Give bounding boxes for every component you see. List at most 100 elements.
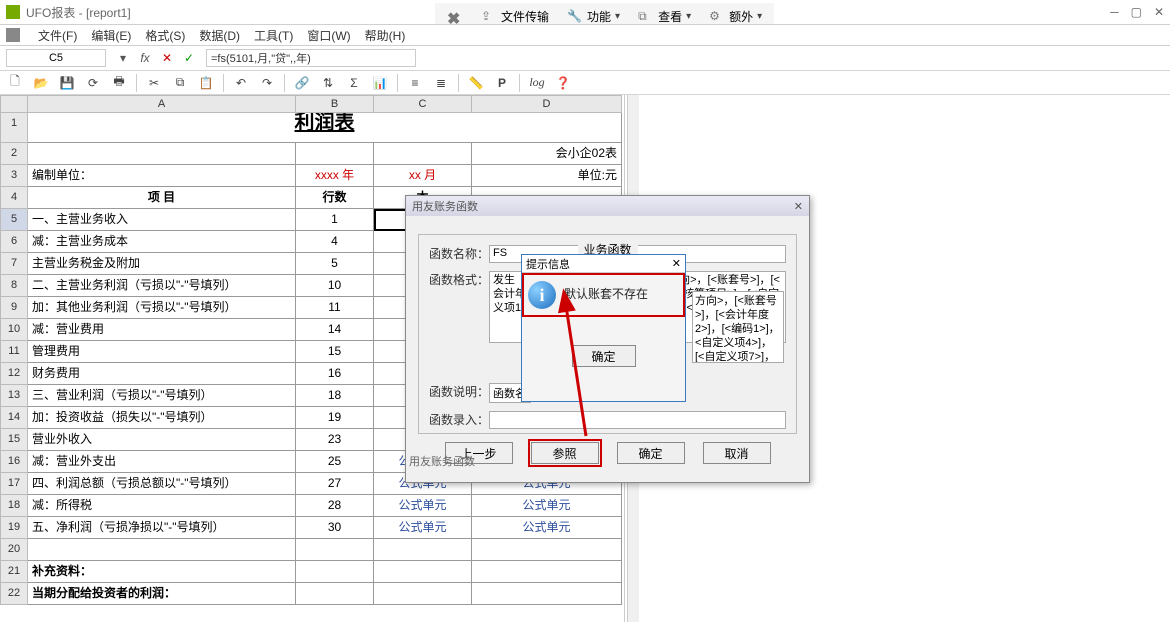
row-header[interactable]: 21	[0, 561, 28, 583]
window-min-button[interactable]: ─	[1110, 5, 1119, 19]
cell[interactable]: 加：其他业务利润（亏损以"-"号填列）	[28, 297, 296, 319]
row-header[interactable]: 2	[0, 143, 28, 165]
sort-button[interactable]: ⇅	[319, 74, 337, 92]
row-header[interactable]: 13	[0, 385, 28, 407]
log-button[interactable]: log	[528, 74, 546, 92]
cell[interactable]: 减：营业外支出	[28, 451, 296, 473]
cell[interactable]: 19	[296, 407, 374, 429]
copy-button[interactable]: ⧉	[171, 74, 189, 92]
row-header[interactable]: 12	[0, 363, 28, 385]
cell[interactable]: 管理费用	[28, 341, 296, 363]
dividend-label[interactable]: 当期分配给投资者的利润：	[28, 583, 296, 605]
reference-button[interactable]: 参照	[531, 442, 599, 464]
cell[interactable]	[472, 583, 622, 605]
cell[interactable]: 四、利润总额（亏损总额以"-"号填列）	[28, 473, 296, 495]
cell[interactable]: 减：营业费用	[28, 319, 296, 341]
para-button[interactable]: P	[493, 74, 511, 92]
row-header[interactable]: 9	[0, 297, 28, 319]
supplement-label[interactable]: 补充资料：	[28, 561, 296, 583]
cell[interactable]: 1	[296, 209, 374, 231]
row-header[interactable]: 7	[0, 253, 28, 275]
cell[interactable]: 三、营业利润（亏损以"-"号填列）	[28, 385, 296, 407]
row-header[interactable]: 4	[0, 187, 28, 209]
cell[interactable]: 减：主营业务成本	[28, 231, 296, 253]
cell[interactable]: 5	[296, 253, 374, 275]
cell[interactable]: 10	[296, 275, 374, 297]
cut-button[interactable]: ✂	[145, 74, 163, 92]
name-box[interactable]: C5	[6, 49, 106, 67]
help-button[interactable]: ❓	[554, 74, 572, 92]
func-input-value[interactable]	[489, 411, 786, 429]
cell[interactable]: 加：投资收益（损失以"-"号填列）	[28, 407, 296, 429]
formula-cell[interactable]: 公式单元	[472, 517, 622, 539]
month-label[interactable]: xx 月	[374, 165, 472, 187]
cell[interactable]	[472, 561, 622, 583]
row-header[interactable]: 15	[0, 429, 28, 451]
row-header[interactable]: 5	[0, 209, 28, 231]
align-center-button[interactable]: ≣	[432, 74, 450, 92]
hdr-line[interactable]: 行数	[296, 187, 374, 209]
cell[interactable]	[374, 583, 472, 605]
cell[interactable]	[28, 539, 296, 561]
dialog-close-button[interactable]: ✕	[794, 200, 803, 213]
row-header[interactable]: 14	[0, 407, 28, 429]
cell[interactable]	[296, 539, 374, 561]
window-max-button[interactable]: ▢	[1131, 5, 1142, 19]
cell[interactable]: 二、主营业务利润（亏损以"-"号填列）	[28, 275, 296, 297]
cell[interactable]: 18	[296, 385, 374, 407]
cell[interactable]: 一、主营业务收入	[28, 209, 296, 231]
year-label[interactable]: xxxx 年	[296, 165, 374, 187]
undo-button[interactable]: ↶	[232, 74, 250, 92]
window-close-button[interactable]: ✕	[1154, 5, 1164, 19]
cell[interactable]: 11	[296, 297, 374, 319]
cell[interactable]	[472, 539, 622, 561]
hdr-item[interactable]: 项 目	[28, 187, 296, 209]
row-header[interactable]: 3	[0, 165, 28, 187]
cell[interactable]	[296, 143, 374, 165]
open-button[interactable]: 📂	[32, 74, 50, 92]
col-header-A[interactable]: A	[28, 95, 296, 113]
menu-format[interactable]: 格式(S)	[145, 27, 185, 44]
sum-button[interactable]: Σ	[345, 74, 363, 92]
cell[interactable]	[374, 561, 472, 583]
row-header[interactable]: 6	[0, 231, 28, 253]
cell[interactable]	[296, 561, 374, 583]
align-left-button[interactable]: ≡	[406, 74, 424, 92]
save-button[interactable]: 💾	[58, 74, 76, 92]
formula-cancel-icon[interactable]: ✕	[160, 51, 174, 65]
cell[interactable]: 4	[296, 231, 374, 253]
row-header[interactable]: 10	[0, 319, 28, 341]
select-all-corner[interactable]	[0, 95, 28, 113]
func-format-value-right[interactable]: 方向>，[<账套号>]，[<会计年度2>]，[<编码1>]，<自定义项4>]，[…	[692, 291, 784, 363]
menu-window[interactable]: 窗口(W)	[307, 27, 350, 44]
menu-file[interactable]: 文件(F)	[38, 27, 77, 44]
col-header-D[interactable]: D	[472, 95, 622, 113]
print-button[interactable]: 🖶	[110, 74, 128, 92]
ruler-button[interactable]: 📏	[467, 74, 485, 92]
row-header[interactable]: 20	[0, 539, 28, 561]
menu-tool[interactable]: 工具(T)	[254, 27, 293, 44]
menu-data[interactable]: 数据(D)	[199, 27, 240, 44]
row-header[interactable]: 8	[0, 275, 28, 297]
ok-button[interactable]: 确定	[617, 442, 685, 464]
cell[interactable]: 30	[296, 517, 374, 539]
refresh-button[interactable]: ⟳	[84, 74, 102, 92]
row-header[interactable]: 16	[0, 451, 28, 473]
cell[interactable]: 27	[296, 473, 374, 495]
cell[interactable]	[28, 143, 296, 165]
row-header[interactable]: 11	[0, 341, 28, 363]
fx-icon[interactable]: fx	[138, 51, 152, 65]
cell[interactable]: 23	[296, 429, 374, 451]
formula-cell[interactable]: 公式单元	[374, 517, 472, 539]
paste-button[interactable]: 📋	[197, 74, 215, 92]
cell[interactable]: 14	[296, 319, 374, 341]
cell[interactable]	[296, 583, 374, 605]
menu-help[interactable]: 帮助(H)	[365, 27, 406, 44]
cell[interactable]: 财务费用	[28, 363, 296, 385]
message-close-button[interactable]: ✕	[672, 257, 681, 270]
cancel-button[interactable]: 取消	[703, 442, 771, 464]
namebox-dropdown-icon[interactable]: ▾	[116, 51, 130, 65]
formula-cell[interactable]: 公式单元	[374, 495, 472, 517]
menu-edit[interactable]: 编辑(E)	[91, 27, 131, 44]
cell[interactable]: 25	[296, 451, 374, 473]
